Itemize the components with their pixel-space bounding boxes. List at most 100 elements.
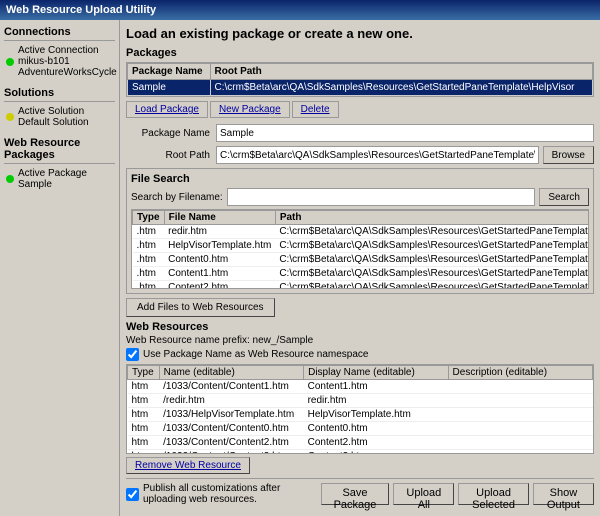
search-row: Search by Filename: Search [131, 188, 589, 206]
list-item[interactable]: .htmContent1.htmC:\crm$Beta\arc\QA\SdkSa… [133, 267, 590, 281]
file-type-cell: .htm [133, 281, 165, 290]
search-button[interactable]: Search [539, 188, 589, 206]
list-item[interactable]: htm [128, 408, 593, 422]
file-type-cell: .htm [133, 239, 165, 253]
upload-all-button[interactable]: Upload All [393, 483, 454, 505]
show-output-button[interactable]: Show Output [533, 483, 594, 505]
file-name-cell: Content0.htm [164, 253, 275, 267]
add-files-button[interactable]: Add Files to Web Resources [126, 298, 275, 317]
pkg-path-cell: C:\crm$Beta\arc\QA\SdkSamples\Resources\… [210, 80, 592, 96]
list-item[interactable]: .htmContent0.htmC:\crm$Beta\arc\QA\SdkSa… [133, 253, 590, 267]
sidebar-item-solution[interactable]: Active Solution Default Solution [4, 105, 115, 129]
solutions-section: Solutions Active Solution Default Soluti… [4, 85, 115, 129]
webres-col-type: Type [128, 366, 160, 380]
connection-name: mikus-b101 [18, 56, 117, 67]
webres-type-cell: htm [128, 436, 160, 450]
webres-display-cell[interactable] [304, 450, 448, 455]
connections-section: Connections Active Connection mikus-b101… [4, 24, 115, 79]
remove-web-resource-button[interactable]: Remove Web Resource [126, 457, 250, 474]
title-bar: Web Resource Upload Utility [0, 0, 600, 20]
webres-name-cell[interactable] [159, 436, 303, 450]
webres-name-cell[interactable] [159, 450, 303, 455]
webres-name-cell[interactable] [159, 380, 303, 394]
list-item[interactable]: htm [128, 436, 593, 450]
sidebar-item-package[interactable]: Active Package Sample [4, 167, 115, 191]
table-row[interactable]: SampleC:\crm$Beta\arc\QA\SdkSamples\Reso… [128, 80, 593, 96]
packages-col-name: Package Name [128, 64, 211, 80]
webres-col-display: Display Name (editable) [304, 366, 448, 380]
list-item[interactable]: .htmContent2.htmC:\crm$Beta\arc\QA\SdkSa… [133, 281, 590, 290]
filelist-col-type: Type [133, 211, 165, 225]
file-search-title: File Search [131, 173, 589, 185]
upload-selected-button[interactable]: Upload Selected [458, 483, 529, 505]
delete-button[interactable]: Delete [292, 101, 339, 118]
webres-display-cell[interactable] [304, 394, 448, 408]
webres-desc-cell[interactable] [448, 436, 592, 450]
file-type-cell: .htm [133, 267, 165, 281]
webres-desc-cell[interactable] [448, 422, 592, 436]
list-item[interactable]: htm [128, 380, 593, 394]
solution-name: Default Solution [18, 117, 89, 128]
namespace-checkbox-row: Use Package Name as Web Resource namespa… [126, 348, 594, 361]
search-by-filename-label: Search by Filename: [131, 192, 223, 203]
footer-buttons: Save Package Upload All Upload Selected … [321, 483, 594, 505]
active-package-label: Active Package [18, 168, 87, 179]
filelist-col-path: Path [275, 211, 589, 225]
web-res-prefix: Web Resource name prefix: new_/Sample [126, 335, 594, 346]
file-path-cell: C:\crm$Beta\arc\QA\SdkSamples\Resources\… [275, 239, 589, 253]
publish-checkbox[interactable] [126, 488, 139, 501]
file-type-cell: .htm [133, 253, 165, 267]
list-item[interactable]: .htmHelpVisorTemplate.htmC:\crm$Beta\arc… [133, 239, 590, 253]
webres-desc-cell[interactable] [448, 380, 592, 394]
browse-button[interactable]: Browse [543, 146, 594, 164]
publish-check-row: Publish all customizations after uploadi… [126, 483, 321, 505]
file-name-cell: Content1.htm [164, 267, 275, 281]
package-name-label: Package Name [126, 128, 216, 139]
packages-toolbar: Load Package New Package Delete [126, 101, 594, 118]
webres-display-cell[interactable] [304, 408, 448, 422]
web-resource-title: Web Resource Packages [4, 135, 115, 164]
file-name-cell: redir.htm [164, 225, 275, 239]
file-path-cell: C:\crm$Beta\arc\QA\SdkSamples\Resources\… [275, 225, 589, 239]
list-item[interactable]: htm [128, 422, 593, 436]
package-name-input[interactable] [216, 124, 594, 142]
file-list-table: Type File Name Path .htmredir.htmC:\crm$… [132, 210, 589, 289]
list-item[interactable]: htm [128, 394, 593, 408]
sidebar-package-name: Sample [18, 179, 87, 190]
namespace-checkbox-label: Use Package Name as Web Resource namespa… [143, 349, 368, 360]
webres-type-cell: htm [128, 450, 160, 455]
search-input[interactable] [227, 188, 536, 206]
file-path-cell: C:\crm$Beta\arc\QA\SdkSamples\Resources\… [275, 253, 589, 267]
webres-name-cell[interactable] [159, 422, 303, 436]
list-item[interactable]: htm [128, 450, 593, 455]
webres-name-cell[interactable] [159, 394, 303, 408]
save-package-button[interactable]: Save Package [321, 483, 390, 505]
file-name-cell: Content2.htm [164, 281, 275, 290]
webres-desc-cell[interactable] [448, 394, 592, 408]
webres-name-cell[interactable] [159, 408, 303, 422]
workspace-name: AdventureWorksCycle [18, 67, 117, 78]
web-res-title: Web Resources [126, 321, 594, 333]
solutions-title: Solutions [4, 85, 115, 102]
sidebar: Connections Active Connection mikus-b101… [0, 20, 120, 516]
webres-desc-cell[interactable] [448, 450, 592, 455]
webres-display-cell[interactable] [304, 422, 448, 436]
load-package-button[interactable]: Load Package [126, 101, 208, 118]
sidebar-item-connection[interactable]: Active Connection mikus-b101 AdventureWo… [4, 44, 115, 79]
file-path-cell: C:\crm$Beta\arc\QA\SdkSamples\Resources\… [275, 281, 589, 290]
packages-table: Package Name Root Path SampleC:\crm$Beta… [127, 63, 593, 96]
new-package-button[interactable]: New Package [210, 101, 290, 118]
webres-desc-cell[interactable] [448, 408, 592, 422]
webres-display-cell[interactable] [304, 436, 448, 450]
webres-col-desc: Description (editable) [448, 366, 592, 380]
web-resource-section: Web Resource Packages Active Package Sam… [4, 135, 115, 191]
active-connection-label: Active Connection [18, 45, 117, 56]
webres-display-cell[interactable] [304, 380, 448, 394]
namespace-checkbox[interactable] [126, 348, 139, 361]
root-path-input[interactable] [216, 146, 539, 164]
root-path-row: Root Path Browse [126, 146, 594, 164]
web-res-table-container: Type Name (editable) Display Name (edita… [126, 364, 594, 454]
webres-type-cell: htm [128, 408, 160, 422]
list-item[interactable]: .htmredir.htmC:\crm$Beta\arc\QA\SdkSampl… [133, 225, 590, 239]
file-list-container: Type File Name Path .htmredir.htmC:\crm$… [131, 209, 589, 289]
